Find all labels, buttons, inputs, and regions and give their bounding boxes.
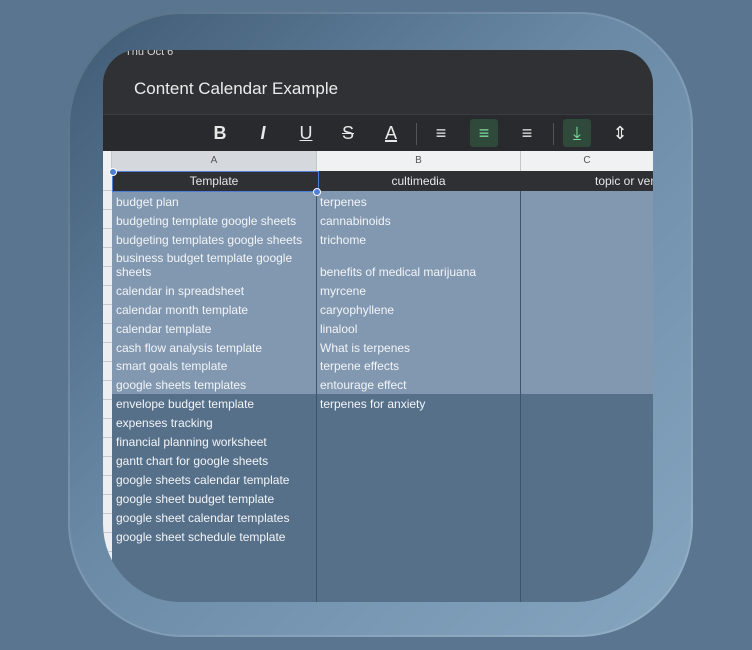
cell-a-item[interactable]: google sheet calendar templates (116, 511, 289, 525)
row-divider (103, 209, 112, 210)
cell-a-item[interactable]: cash flow analysis template (116, 341, 262, 355)
format-toolbar: B I U S A ≡ ≡ ≡ ⤓ ⇕ (103, 114, 653, 152)
status-bar: Thu Oct 6 ••• (103, 50, 653, 64)
bold-button[interactable]: B (206, 119, 234, 147)
align-left-icon[interactable]: ≡ (427, 119, 455, 147)
cell-a-item[interactable]: budget plan (116, 195, 179, 209)
cell-b-item[interactable]: terpenes (320, 195, 367, 209)
vertical-align-bottom-icon[interactable]: ⤓ (563, 119, 591, 147)
cell-b-item[interactable]: terpenes for anxiety (320, 397, 425, 411)
cell-a-item[interactable]: calendar in spreadsheet (116, 284, 244, 298)
cell-b-item[interactable]: myrcene (320, 284, 366, 298)
cell-a-item[interactable]: financial planning worksheet (116, 435, 267, 449)
cell-a-item[interactable]: calendar template (116, 322, 211, 336)
column-header-c[interactable]: C (521, 151, 653, 171)
cell-a-item[interactable]: smart goals template (116, 359, 227, 373)
underline-button[interactable]: U (292, 119, 320, 147)
row-divider (103, 380, 112, 381)
cell-a-item[interactable]: google sheet budget template (116, 492, 274, 506)
cell-b-item[interactable]: entourage effect (320, 378, 407, 392)
column-header-b[interactable]: B (317, 151, 521, 171)
cell-a-item[interactable]: google sheet schedule template (116, 530, 285, 544)
toolbar-divider (416, 123, 417, 145)
row-divider (103, 532, 112, 533)
selection-handle-top[interactable] (109, 168, 117, 176)
row-divider (103, 418, 112, 419)
cell-b-item[interactable]: benefits of medical marijuana (320, 265, 476, 279)
cell-a-item[interactable]: google sheets calendar template (116, 473, 289, 487)
row-divider (103, 399, 112, 400)
app-screen: Thu Oct 6 ••• Content Calendar Example B… (103, 50, 653, 602)
row-divider (103, 570, 112, 571)
row-divider (103, 228, 112, 229)
row-divider (103, 361, 112, 362)
row-divider (103, 266, 112, 267)
vertical-align-middle-icon[interactable]: ⇕ (606, 119, 634, 147)
text-color-button[interactable]: A (377, 119, 405, 147)
row-header-gutter[interactable] (103, 171, 112, 602)
align-center-icon[interactable]: ≡ (470, 119, 498, 147)
cell-a-item[interactable]: envelope budget template (116, 397, 254, 411)
column-header-a[interactable]: A (112, 151, 317, 171)
status-date: Thu Oct 6 (125, 50, 174, 58)
column-divider (316, 191, 317, 602)
row-divider (103, 456, 112, 457)
cell-a-item[interactable]: budgeting template google sheets (116, 214, 296, 228)
header-cell-b[interactable]: cultimedia (317, 171, 520, 191)
row-divider (103, 513, 112, 514)
cell-a-item[interactable]: budgeting templates google sheets (116, 233, 302, 247)
cell-b-item[interactable]: caryophyllene (320, 303, 394, 317)
row-divider (103, 323, 112, 324)
document-title[interactable]: Content Calendar Example (134, 79, 338, 99)
cell-a-item[interactable]: business budget template google sheets (116, 251, 306, 279)
cell-a-item[interactable]: google sheets templates (116, 378, 246, 392)
cell-b-item[interactable]: cannabinoids (320, 214, 391, 228)
selected-cell-a1[interactable] (112, 171, 319, 192)
cell-b-item[interactable]: linalool (320, 322, 357, 336)
cell-b-item[interactable]: What is terpenes (320, 341, 410, 355)
toolbar-divider (553, 123, 554, 145)
row-divider (103, 551, 112, 552)
column-headers: A B C (103, 151, 653, 172)
row-divider (103, 190, 112, 191)
title-bar: Content Calendar Example (103, 64, 653, 114)
cell-b-item[interactable]: trichome (320, 233, 366, 247)
row-divider (103, 475, 112, 476)
cell-a-item[interactable]: calendar month template (116, 303, 248, 317)
cell-b-item[interactable]: terpene effects (320, 359, 399, 373)
row-divider (103, 494, 112, 495)
row-divider (103, 247, 112, 248)
strikethrough-button[interactable]: S (334, 119, 362, 147)
align-right-icon[interactable]: ≡ (513, 119, 541, 147)
cell-a-item[interactable]: expenses tracking (116, 416, 213, 430)
cell-a-item[interactable]: gantt chart for google sheets (116, 454, 268, 468)
row-divider (103, 589, 112, 590)
header-cell-c[interactable]: topic or venu (521, 171, 653, 191)
column-divider (520, 191, 521, 602)
row-divider (103, 342, 112, 343)
status-dots-icon: ••• (593, 50, 609, 55)
row-divider (103, 437, 112, 438)
row-divider (103, 304, 112, 305)
italic-button[interactable]: I (249, 119, 277, 147)
row-divider (103, 285, 112, 286)
